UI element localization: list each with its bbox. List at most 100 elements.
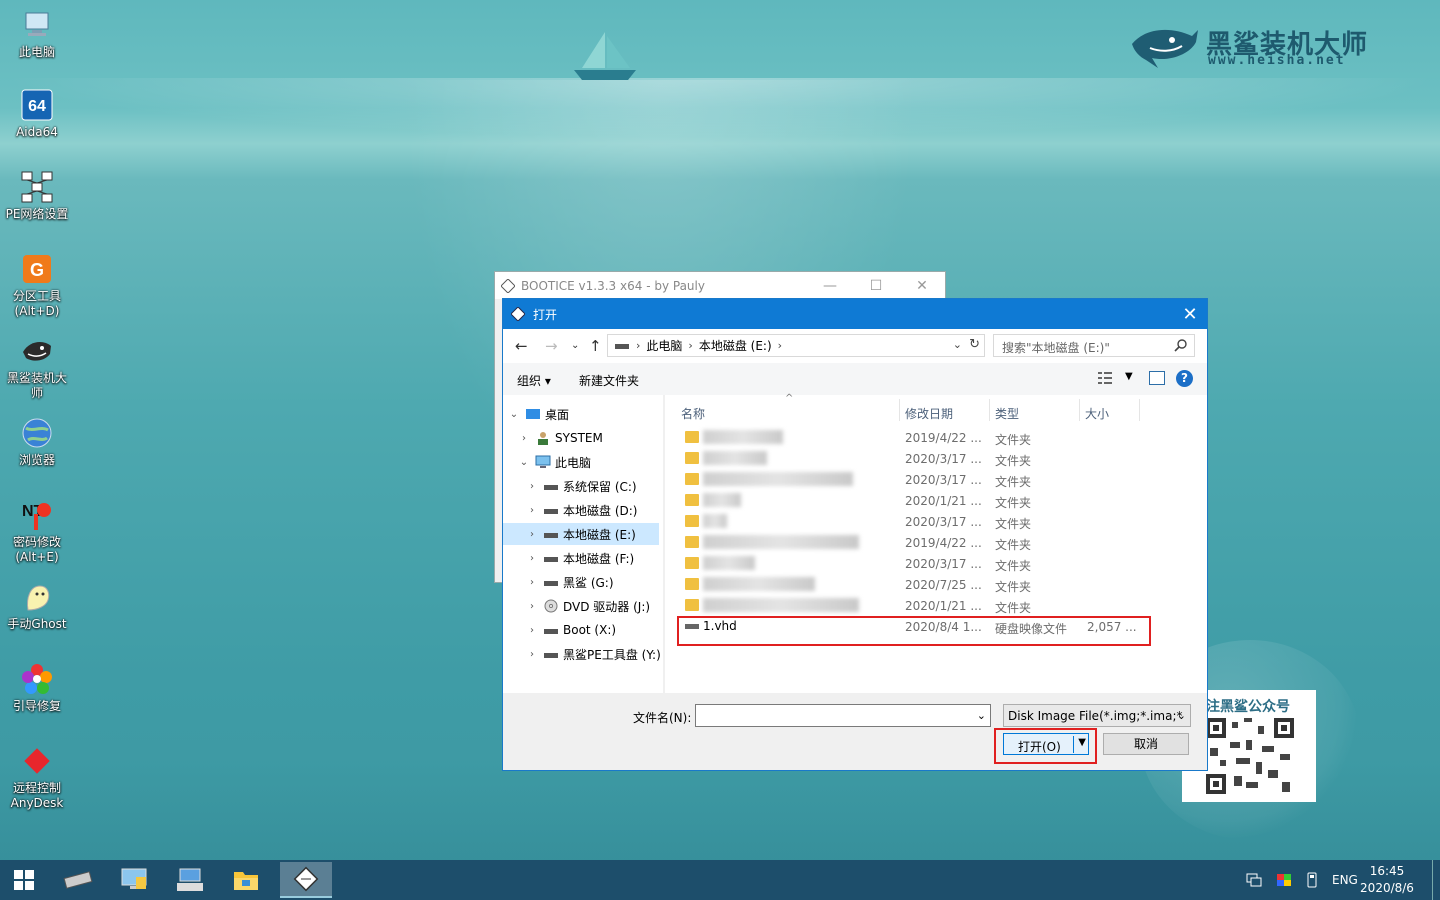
tree-item[interactable]: › 本地磁盘 (D:)	[525, 499, 637, 521]
address-dropdown-icon[interactable]: ⌄	[953, 338, 962, 351]
blurred-folder-name	[703, 472, 853, 486]
folder-row[interactable]: 2020/3/17 ... 文件夹	[665, 469, 1207, 490]
tree-item[interactable]: › 黑鲨PE工具盘 (Y:)	[525, 643, 661, 665]
dialog-close-icon[interactable]: ✕	[1173, 299, 1207, 329]
recent-dropdown-icon[interactable]: ⌄	[571, 340, 579, 351]
folder-row[interactable]: 2019/4/22 ... 文件夹	[665, 427, 1207, 448]
breadcrumb-this-pc[interactable]: 此电脑	[646, 337, 682, 354]
taskbar-bootice[interactable]	[280, 862, 332, 898]
tree-item[interactable]: › DVD 驱动器 (J:)	[525, 595, 650, 617]
folder-row[interactable]: 2020/1/21 ... 文件夹	[665, 595, 1207, 616]
desktop-folder-icon	[526, 409, 540, 419]
taskbar-file-explorer[interactable]	[222, 862, 270, 898]
expand-chevron-icon[interactable]: ›	[525, 505, 539, 516]
desktop-icon-anydesk[interactable]: 远程控制 AnyDesk	[0, 744, 74, 811]
expand-chevron-icon[interactable]: ›	[525, 481, 539, 492]
tree-item[interactable]: › 本地磁盘 (F:)	[525, 547, 634, 569]
up-arrow-icon[interactable]: ↑	[589, 337, 602, 355]
taskbar-clock[interactable]: 16:45 2020/8/6	[1354, 863, 1420, 897]
folder-row[interactable]: 2020/1/21 ... 文件夹	[665, 490, 1207, 511]
search-icon[interactable]	[1174, 338, 1188, 352]
svg-text:64: 64	[28, 98, 46, 115]
folder-row[interactable]: 2020/7/25 ... 文件夹	[665, 574, 1207, 595]
desktop-icon-shark[interactable]: 黑鲨装机大 师	[0, 334, 74, 401]
new-folder-button[interactable]: 新建文件夹	[579, 372, 639, 389]
usb-device-icon[interactable]	[1306, 872, 1318, 888]
tree-item[interactable]: › SYSTEM	[517, 427, 603, 449]
network-status-icon[interactable]	[1246, 873, 1262, 887]
tree-item[interactable]: ⌄ 此电脑	[517, 451, 591, 473]
desktop-icon-partition[interactable]: G 分区工具 (Alt+D)	[0, 252, 74, 319]
desktop-icon-network[interactable]: PE网络设置	[0, 170, 74, 222]
folder-row[interactable]: 2019/4/22 ... 文件夹	[665, 532, 1207, 553]
refresh-icon[interactable]: ↻	[969, 337, 980, 352]
column-header-type[interactable]: 类型	[995, 405, 1019, 422]
folder-row[interactable]: 2020/3/17 ... 文件夹	[665, 511, 1207, 532]
bootice-app-icon	[501, 278, 515, 293]
filetype-select[interactable]: Disk Image File(*.img;*.ima;* ⌄	[1003, 704, 1191, 727]
clock-time: 16:45	[1369, 864, 1405, 878]
navigation-tree: ⌄ 桌面 › SYSTEM ⌄ 此电脑 › 系统保留 (C:) › 本地磁盘 (D:) › 本地磁盘 …	[503, 395, 663, 693]
expand-chevron-icon[interactable]: ›	[525, 577, 539, 588]
expand-chevron-icon[interactable]: ›	[525, 649, 539, 660]
blurred-folder-name	[703, 430, 783, 444]
search-box[interactable]: 搜索"本地磁盘 (E:)"	[993, 334, 1195, 357]
folder-row[interactable]: 2020/3/17 ... 文件夹	[665, 448, 1207, 469]
preview-pane-icon[interactable]	[1149, 371, 1165, 385]
show-desktop-button[interactable]	[1432, 860, 1433, 900]
breadcrumb-drive-e[interactable]: 本地磁盘 (E:)	[699, 337, 772, 354]
cancel-button[interactable]: 取消	[1103, 733, 1189, 755]
bootice-title: BOOTICE v1.3.3 x64 - by Pauly	[521, 278, 705, 293]
desktop-icon-aida64[interactable]: 64 Aida64	[0, 88, 74, 140]
expand-chevron-icon[interactable]: ›	[525, 529, 539, 540]
svg-text:G: G	[30, 260, 44, 280]
forward-arrow-icon[interactable]: →	[545, 337, 558, 355]
maximize-icon[interactable]: ☐	[853, 272, 899, 299]
filename-dropdown-icon[interactable]: ⌄	[977, 709, 986, 722]
color-display-icon[interactable]	[1276, 873, 1292, 887]
start-button[interactable]	[0, 862, 48, 898]
open-file-dialog[interactable]: 打开 ✕ ← → ⌄ ↑ › 此电脑 › 本地磁盘 (E:) › ⌄ ↻ 搜索"…	[502, 298, 1208, 771]
desktop-icon-password[interactable]: NT 密码修改 (Alt+E)	[0, 498, 74, 565]
folder-icon	[234, 872, 258, 890]
view-options-icon[interactable]	[1097, 371, 1113, 385]
tree-item[interactable]: › 黑鲨 (G:)	[525, 571, 614, 593]
close-icon[interactable]: ✕	[899, 272, 945, 299]
desktop-icon-boot-repair[interactable]: 引导修复	[0, 662, 74, 714]
taskbar-keyboard[interactable]	[166, 862, 214, 898]
column-header-size[interactable]: 大小	[1085, 405, 1109, 422]
tree-item[interactable]: › Boot (X:)	[525, 619, 616, 641]
desktop-icon-ghost[interactable]: 手动Ghost	[0, 580, 74, 632]
desktop-icon-computer[interactable]: 此电脑	[0, 8, 74, 60]
expand-chevron-icon[interactable]: ›	[517, 433, 531, 444]
tree-item[interactable]: ⌄ 桌面	[507, 403, 569, 425]
expand-chevron-icon[interactable]: ›	[525, 625, 539, 636]
desktop-icon-browser[interactable]: 浏览器	[0, 416, 74, 468]
taskbar-computer-manager[interactable]	[110, 862, 158, 898]
blurred-folder-name	[703, 514, 727, 528]
keyboard-icon	[177, 868, 203, 891]
expand-chevron-icon[interactable]: ›	[525, 553, 539, 564]
organize-menu[interactable]: 组织 ▾	[517, 372, 551, 389]
collapse-chevron-icon[interactable]: ⌄	[517, 457, 531, 468]
address-bar[interactable]: › 此电脑 › 本地磁盘 (E:) › ⌄ ↻	[607, 334, 985, 357]
folder-row[interactable]: 2020/3/17 ... 文件夹	[665, 553, 1207, 574]
minimize-icon[interactable]: —	[807, 272, 853, 299]
taskbar-disk-tool[interactable]	[54, 862, 102, 898]
filename-input[interactable]: ⌄	[695, 704, 991, 727]
column-header-name[interactable]: 名称	[681, 405, 705, 422]
help-icon[interactable]: ?	[1176, 370, 1193, 387]
sailboat-icon	[574, 32, 636, 80]
anydesk-icon	[24, 748, 50, 774]
folder-icon	[685, 578, 699, 590]
collapse-chevron-icon[interactable]: ⌄	[507, 409, 521, 420]
dialog-titlebar[interactable]: 打开	[503, 299, 1207, 329]
column-header-date[interactable]: 修改日期	[905, 405, 953, 422]
expand-chevron-icon[interactable]: ›	[525, 601, 539, 612]
desktop-icon-label: 分区工具 (Alt+D)	[12, 289, 61, 318]
tree-item[interactable]: › 本地磁盘 (E:)	[503, 523, 659, 545]
view-dropdown-icon[interactable]: ▼	[1125, 371, 1133, 382]
tree-item[interactable]: › 系统保留 (C:)	[525, 475, 637, 497]
back-arrow-icon[interactable]: ←	[515, 337, 528, 355]
filetype-dropdown-icon[interactable]: ⌄	[1177, 709, 1186, 722]
